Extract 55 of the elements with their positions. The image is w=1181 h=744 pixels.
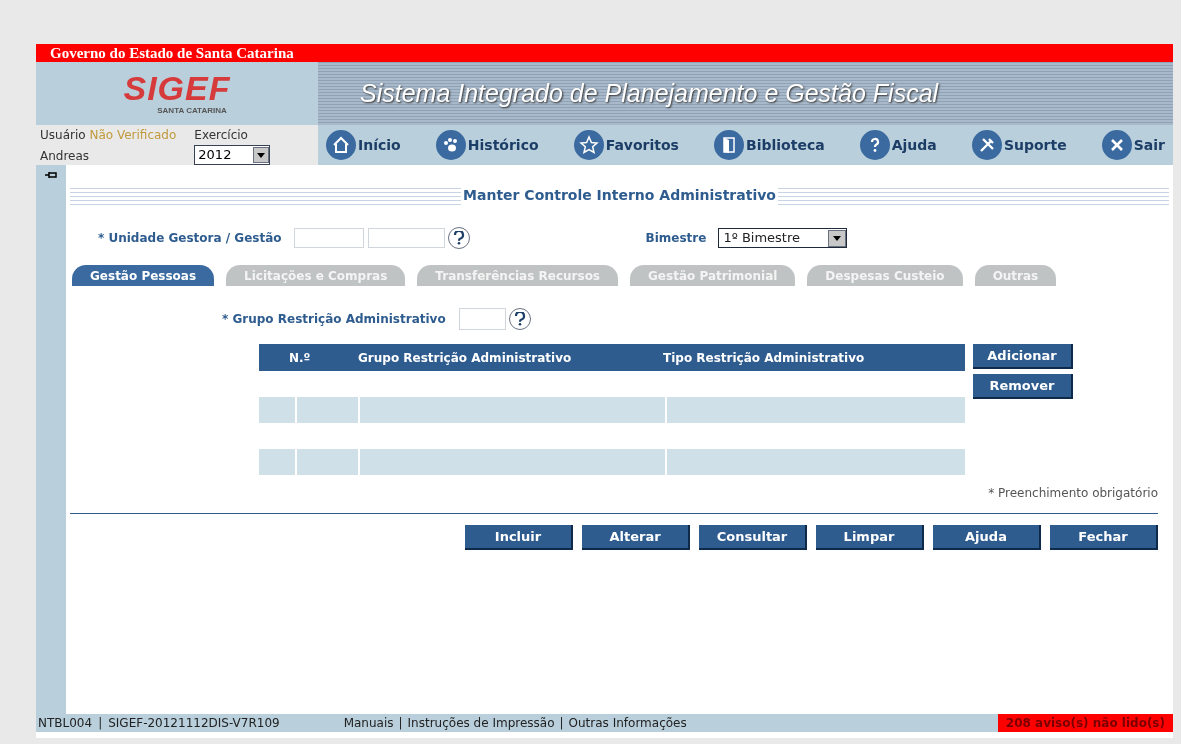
action-button[interactable]: Remover: [973, 374, 1073, 399]
tab[interactable]: Gestão Pessoas: [72, 265, 215, 286]
form-title: Manter Controle Interno Administrativo: [461, 185, 778, 205]
nav-link[interactable]: Ajuda: [859, 130, 937, 160]
bimester-select[interactable]: 1º Bimestre: [718, 228, 848, 248]
pin-icon[interactable]: [45, 171, 57, 179]
field-label: * Grupo Restrição Administrativo: [222, 311, 446, 328]
footer-link[interactable]: Outras Informações: [568, 714, 687, 732]
tools-icon: [971, 130, 1002, 160]
question-mark-icon: [452, 231, 465, 245]
action-button[interactable]: Ajuda: [933, 525, 1041, 550]
column-header: Tipo Restrição Administrativo: [662, 349, 866, 367]
nav-link[interactable]: Sair: [1101, 130, 1165, 160]
management-input[interactable]: [367, 228, 445, 248]
separator: |: [398, 715, 403, 732]
status-code: NTBL004: [37, 715, 93, 732]
nav-link[interactable]: Biblioteca: [714, 130, 825, 160]
field-label: * Unidade Gestora / Gestão: [98, 230, 282, 247]
required-note: * Preenchimento obrigatório: [988, 485, 1158, 502]
book-icon: [714, 130, 744, 160]
logo-text: SIGEF: [123, 70, 231, 105]
banner-title: Sistema Integrado de Planejamento e Gestão Fiscal: [360, 77, 939, 109]
year-label: Exercício: [194, 127, 249, 144]
status-version: SIGEF-20121112DIS-V7R109: [108, 715, 280, 732]
help-icon: [859, 130, 890, 160]
separator: |: [559, 715, 564, 732]
nav-link[interactable]: Histórico: [435, 130, 539, 160]
user-name: Andreas: [40, 148, 91, 165]
paw-icon: [435, 130, 466, 160]
close-icon: [1101, 130, 1132, 160]
action-button[interactable]: Fechar: [1050, 525, 1158, 550]
action-button[interactable]: Incluir: [465, 525, 573, 550]
help-button[interactable]: [447, 227, 470, 249]
user-status: Usuário Não Verificado: [40, 127, 177, 144]
footer-link[interactable]: Instruções de Impressão: [407, 714, 555, 732]
nav-link[interactable]: Favoritos: [573, 130, 679, 160]
action-button[interactable]: Consultar: [699, 525, 807, 550]
footer-link[interactable]: Manuais: [343, 714, 394, 732]
group-input[interactable]: [458, 308, 506, 330]
nav-link[interactable]: Suporte: [971, 130, 1067, 160]
nav-link[interactable]: Início: [326, 130, 401, 160]
action-button[interactable]: Limpar: [816, 525, 924, 550]
field-label: Bimestre: [645, 230, 707, 247]
column-header: Grupo Restrição Administrativo: [357, 349, 573, 367]
help-button[interactable]: [508, 308, 531, 330]
house-icon: [326, 130, 356, 160]
action-button[interactable]: Adicionar: [973, 344, 1073, 369]
logo-subtitle: SANTA CATARINA: [157, 104, 227, 117]
question-mark-icon: [513, 312, 526, 326]
separator: |: [98, 715, 103, 732]
action-button[interactable]: Alterar: [582, 525, 690, 550]
unit-input[interactable]: [293, 228, 364, 248]
column-header: N.º: [288, 349, 312, 367]
year-select[interactable]: 2012: [194, 145, 271, 165]
government-title: Governo do Estado de Santa Catarina: [50, 43, 294, 63]
